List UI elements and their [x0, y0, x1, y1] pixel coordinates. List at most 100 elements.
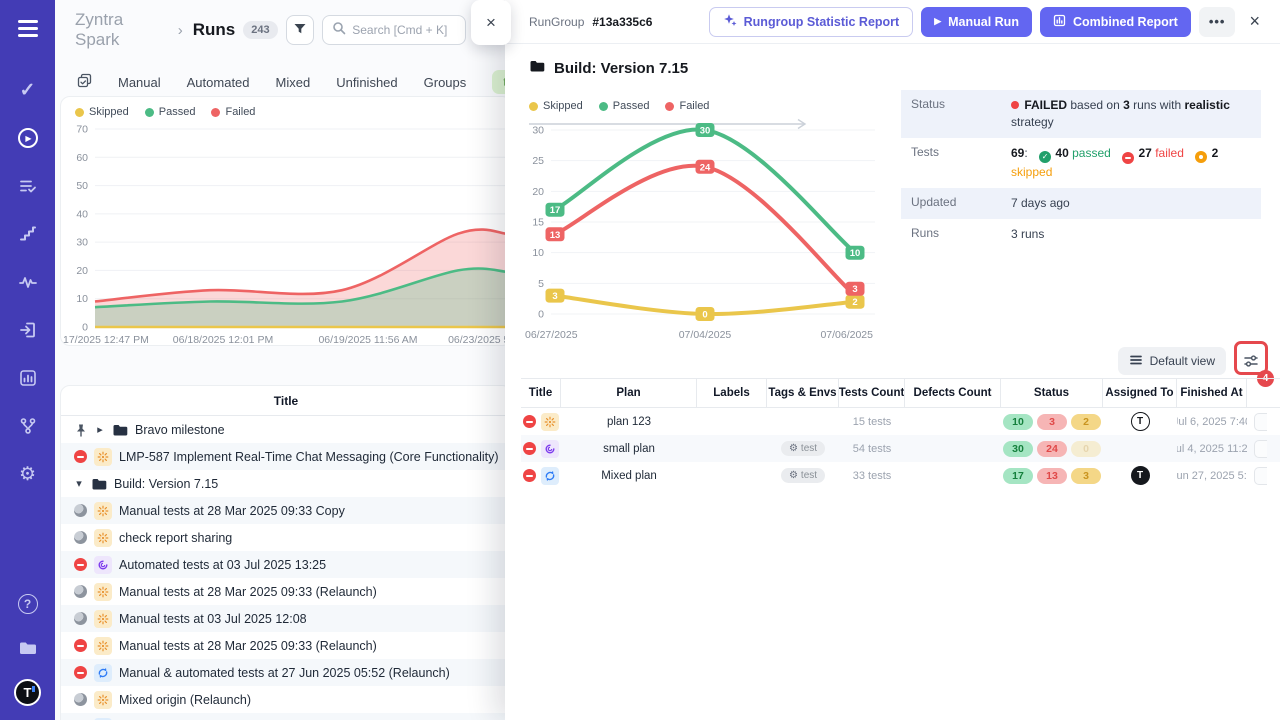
skipped-pill: 0	[1071, 441, 1101, 457]
tab-unfinished[interactable]: Unfinished	[336, 75, 397, 90]
status-failed-icon	[74, 558, 87, 571]
sidebar-icon-play-circle[interactable]: ▶	[14, 124, 42, 152]
workspace-pill[interactable]: test work	[492, 70, 505, 94]
app-root: ✓▶⚙?T Zyntra Spark › Runs 243 Search [Cm…	[0, 0, 1280, 720]
default-view-button[interactable]: Default view	[1118, 347, 1226, 375]
close-runs-panel-button[interactable]: ×	[471, 0, 511, 45]
filter-button[interactable]	[286, 15, 315, 45]
column-header-actions	[1247, 379, 1267, 407]
runs-value: 3 runs	[1011, 226, 1251, 243]
rungroup-label: RunGroup	[529, 15, 584, 29]
svg-text:06/19/2025 11:56 AM: 06/19/2025 11:56 AM	[318, 334, 417, 346]
sidebar-icon-steps[interactable]	[14, 220, 42, 248]
sidebar-icon-import[interactable]	[14, 316, 42, 344]
column-header-tests-count[interactable]: Tests Count	[839, 379, 905, 407]
run-list-item[interactable]: LMP-587 Implement Real-Time Chat Messagi…	[61, 443, 505, 470]
search-input[interactable]: Search [Cmd + K]	[322, 15, 466, 45]
run-list-item[interactable]: ▸Bravo milestone	[61, 416, 505, 443]
run-list-item[interactable]: Manual tests at 03 Jul 2025 12:08	[61, 605, 505, 632]
row-actions-clipped[interactable]	[1247, 440, 1267, 458]
tests-skipped-count: 2	[1212, 146, 1219, 160]
combined-report-button[interactable]: Combined Report	[1040, 7, 1191, 37]
sidebar-icon-gear[interactable]: ⚙	[14, 460, 42, 488]
pin-icon	[74, 423, 88, 437]
sidebar-icon-check[interactable]: ✓	[14, 76, 42, 104]
column-header-labels[interactable]: Labels	[697, 379, 767, 407]
sparkles-icon	[723, 13, 737, 30]
svg-text:10: 10	[850, 248, 861, 259]
funnel-icon	[293, 22, 307, 39]
breadcrumb-separator: ›	[178, 22, 183, 39]
breadcrumb-project[interactable]: Zyntra Spark	[75, 10, 168, 50]
sidebar-icon-avatar-main[interactable]: T	[14, 678, 42, 706]
chevron-down-icon[interactable]: ▾	[74, 477, 84, 490]
status-gray-icon	[74, 612, 87, 625]
legend-dot	[211, 108, 220, 117]
run-manual-icon	[94, 448, 112, 466]
svg-text:3: 3	[552, 291, 557, 302]
status-pills: 17133	[1001, 468, 1103, 484]
svg-text:70: 70	[76, 124, 88, 136]
run-list-item[interactable]: Manual tests at 28 Mar 2025 09:33 Copy	[61, 497, 505, 524]
tab-all-icon[interactable]	[77, 73, 92, 91]
run-list-item[interactable]: ▾ Build: Version 7.15	[61, 470, 505, 497]
run-title: Manual tests at 03 Jul 2025 12:08	[119, 612, 307, 626]
run-title: Build: Version 7.15	[114, 477, 218, 491]
rungroup-run-row[interactable]: plan 12315 tests1032TJul 6, 2025 7:40	[521, 408, 1280, 435]
column-header-status[interactable]: Status	[1001, 379, 1103, 407]
table-columns-settings-icon[interactable]	[1239, 349, 1263, 373]
run-title: check report sharing	[119, 531, 232, 545]
dot-circle-icon	[1195, 151, 1207, 163]
run-list-item[interactable]	[61, 713, 505, 720]
rungroup-topbar: RunGroup #13a335c6 Rungroup Statistic Re…	[505, 0, 1280, 44]
column-header-finished-at[interactable]: Finished At	[1177, 379, 1247, 407]
column-header-tags-envs[interactable]: Tags & Envs	[767, 379, 839, 407]
column-header-plan[interactable]: Plan	[561, 379, 697, 407]
svg-text:15: 15	[532, 217, 544, 229]
close-detail-button[interactable]: ×	[1243, 11, 1266, 32]
rungroup-runs-table: TitlePlanLabelsTags & EnvsTests CountDef…	[521, 378, 1280, 489]
tab-manual[interactable]: Manual	[118, 75, 161, 90]
run-list-item[interactable]: check report sharing	[61, 524, 505, 551]
svg-text:17/2025 12:47 PM: 17/2025 12:47 PM	[63, 334, 149, 346]
failed-pill: 24	[1037, 441, 1067, 457]
column-header-title[interactable]: Title	[521, 379, 561, 407]
sidebar-icon-menu[interactable]	[14, 14, 42, 42]
sidebar-icon-pulse[interactable]	[14, 268, 42, 296]
rungroup-run-row[interactable]: small plan⚙test54 tests30240Jul 4, 2025 …	[521, 435, 1280, 462]
sidebar-icon-folder-nav[interactable]	[14, 634, 42, 662]
finished-at: Jun 27, 2025 5:5	[1177, 470, 1247, 482]
tests-count: 54 tests	[839, 443, 905, 455]
check-circle-icon: ✓	[1039, 151, 1051, 163]
more-actions-button[interactable]: •••	[1199, 7, 1236, 37]
run-list-item[interactable]: Manual tests at 28 Mar 2025 09:33 (Relau…	[61, 632, 505, 659]
chevron-right-icon[interactable]: ▸	[95, 423, 105, 436]
tab-mixed[interactable]: Mixed	[276, 75, 311, 90]
run-list-item[interactable]: Manual tests at 28 Mar 2025 09:33 (Relau…	[61, 578, 505, 605]
passed-pill: 10	[1003, 414, 1033, 430]
row-actions-clipped[interactable]	[1247, 467, 1267, 485]
legend-dot	[145, 108, 154, 117]
folder-icon	[529, 58, 545, 78]
manual-run-button[interactable]: ▶ Manual Run	[921, 7, 1032, 37]
run-list-item[interactable]: Manual & automated tests at 27 Jun 2025 …	[61, 659, 505, 686]
svg-text:06/27/2025: 06/27/2025	[525, 329, 578, 341]
run-list-item[interactable]: Automated tests at 03 Jul 2025 13:25	[61, 551, 505, 578]
svg-text:30: 30	[532, 125, 544, 137]
runs-table: Title ▸Bravo milestoneLMP-587 Implement …	[60, 385, 505, 720]
column-header-defects-count[interactable]: Defects Count	[905, 379, 1001, 407]
failed-pill: 13	[1037, 468, 1067, 484]
sidebar-icon-list-check[interactable]	[14, 172, 42, 200]
sidebar-icon-branch[interactable]	[14, 412, 42, 440]
failed-dot-icon	[1011, 101, 1019, 109]
tab-groups[interactable]: Groups	[424, 75, 467, 90]
rungroup-run-row[interactable]: Mixed plan⚙test33 tests17133TJun 27, 202…	[521, 462, 1280, 489]
sidebar-icon-bar-chart[interactable]	[14, 364, 42, 392]
sidebar-icon-help[interactable]: ?	[14, 590, 42, 618]
row-actions-clipped[interactable]	[1247, 413, 1267, 431]
column-header-assigned-to[interactable]: Assigned To	[1103, 379, 1177, 407]
run-list-item[interactable]: Mixed origin (Relaunch)	[61, 686, 505, 713]
rungroup-statistic-report-button[interactable]: Rungroup Statistic Report	[709, 7, 914, 37]
tab-automated[interactable]: Automated	[187, 75, 250, 90]
svg-text:0: 0	[538, 309, 544, 321]
